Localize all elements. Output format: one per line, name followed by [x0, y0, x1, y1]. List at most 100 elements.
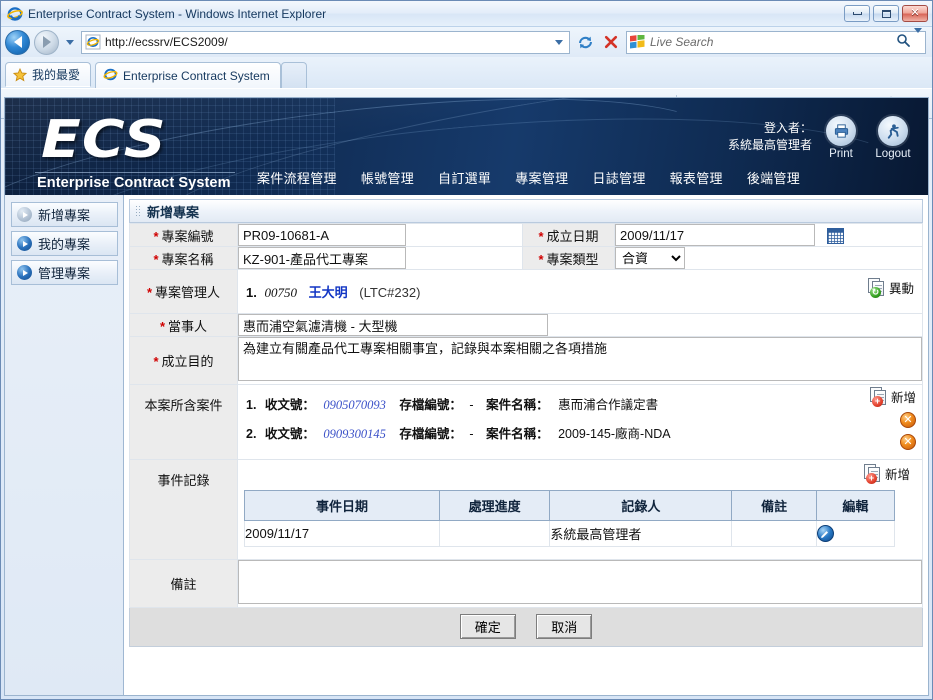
project-name-input[interactable]: [238, 247, 406, 269]
field-purpose: [237, 336, 923, 385]
manager-change-button[interactable]: ↻ 異動: [867, 278, 914, 298]
label-project-no: * 專案編號: [129, 223, 238, 247]
address-input[interactable]: http://ecssrv/ECS2009/: [81, 30, 570, 54]
search-icon[interactable]: [896, 33, 910, 52]
manager-employee-id: 00750: [264, 285, 297, 300]
new-tab-button[interactable]: [280, 62, 307, 88]
maximize-button[interactable]: [873, 5, 899, 22]
search-dropdown-icon[interactable]: [914, 28, 922, 51]
label-party: * 當事人: [129, 313, 238, 337]
page-body: 新增專案 我的專案 管理專案 新增專案 * 專案編號 PR09-10681-A …: [5, 195, 928, 695]
browser-window: Enterprise Contract System - Windows Int…: [0, 0, 933, 700]
required-marker: *: [146, 285, 153, 300]
form-row-remark: 備註: [129, 559, 923, 608]
remark-textarea[interactable]: [238, 560, 922, 604]
add-case-button[interactable]: + 新增: [869, 387, 916, 407]
minimize-button[interactable]: [844, 5, 870, 22]
included-case-row: 2. 收文號： 0909300145 存檔編號： - 案件名稱： 2009-14…: [238, 418, 922, 447]
label-project-name: * 專案名稱: [129, 246, 238, 270]
nav-item-backend[interactable]: 後端管理: [747, 168, 800, 187]
label-text: 當事人: [168, 318, 208, 334]
document-move-icon: ↻: [867, 278, 886, 298]
nav-item-log[interactable]: 日誌管理: [592, 168, 645, 187]
grip-icon: [135, 205, 140, 217]
cell-event-date: 2009/11/17: [244, 520, 440, 547]
ecs-logo: ECS: [41, 110, 167, 170]
nav-item-report[interactable]: 報表管理: [670, 168, 723, 187]
required-marker: *: [153, 354, 159, 369]
form-button-bar: 確定 取消: [129, 608, 923, 647]
recent-pages-dropdown-icon[interactable]: [63, 39, 77, 45]
sidebar-item-my-projects[interactable]: 我的專案: [11, 231, 118, 256]
sidebar-item-new-project[interactable]: 新增專案: [11, 202, 118, 227]
case-name-label: 案件名稱：: [486, 398, 549, 412]
form-row-events: 事件記錄 + 新增 事件日期 處理進度 記錄人 備註 編輯 2009/11/17…: [129, 459, 923, 560]
title-bar: Enterprise Contract System - Windows Int…: [1, 1, 932, 27]
ok-button[interactable]: 確定: [459, 614, 516, 639]
manager-name-link[interactable]: 王大明: [309, 285, 348, 300]
print-icon: [826, 116, 856, 146]
arrow-right-icon: [17, 265, 32, 280]
case-docno-link[interactable]: 0909300145: [323, 427, 386, 441]
setup-date-input[interactable]: [615, 224, 815, 246]
form-row-included-cases: 本案所含案件 1. 收文號： 0905070093 存檔編號： - 案件名稱： …: [129, 384, 923, 460]
search-input[interactable]: Live Search: [626, 28, 926, 54]
label-text: 事件記錄: [157, 473, 210, 488]
col-progress: 處理進度: [438, 490, 551, 521]
sidebar: 新增專案 我的專案 管理專案: [5, 195, 124, 695]
search-placeholder-text: Live Search: [650, 35, 714, 49]
purpose-textarea[interactable]: [238, 337, 922, 381]
form-row-party: * 當事人: [129, 313, 923, 337]
manager-row: 1. 00750 王大明 (LTC#232): [238, 279, 922, 304]
forward-button[interactable]: [34, 29, 59, 55]
refresh-icon[interactable]: [574, 31, 596, 53]
close-button[interactable]: ✕: [902, 5, 928, 22]
label-text: 備註: [170, 577, 197, 592]
field-project-name: [237, 246, 523, 270]
add-event-button[interactable]: + 新增: [863, 464, 910, 484]
project-type-select[interactable]: 合資: [615, 247, 685, 269]
delete-case-button[interactable]: ✕: [900, 412, 916, 428]
back-button[interactable]: [5, 29, 30, 55]
party-input[interactable]: [238, 314, 548, 336]
print-label: Print: [829, 148, 853, 160]
label-setup-date: * 成立日期: [522, 223, 615, 247]
nav-item-account[interactable]: 帳號管理: [361, 168, 414, 187]
banner-actions: Print Logout: [820, 116, 914, 160]
case-docno-label: 收文號：: [264, 427, 315, 441]
tab-enterprise-contract-system[interactable]: Enterprise Contract System: [95, 62, 281, 88]
label-remark: 備註: [129, 559, 238, 608]
col-event-date: 事件日期: [244, 490, 440, 521]
stop-icon[interactable]: [600, 31, 622, 53]
calendar-icon[interactable]: [826, 228, 844, 245]
tab-bar-filler: [307, 57, 932, 88]
nav-item-case-flow[interactable]: 案件流程管理: [257, 168, 337, 187]
main-nav: 案件流程管理 帳號管理 自訂選單 專案管理 日誌管理 報表管理 後端管理: [257, 168, 928, 187]
included-cases-list: 1. 收文號： 0905070093 存檔編號： - 案件名稱： 惠而浦合作議定…: [238, 385, 922, 459]
required-marker: *: [159, 318, 166, 334]
edit-event-icon[interactable]: [816, 525, 834, 542]
field-project-no: [237, 223, 523, 247]
favorites-button[interactable]: 我的最愛: [5, 62, 92, 87]
address-dropdown-icon[interactable]: [551, 39, 567, 45]
nav-item-custom-menu[interactable]: 自訂選單: [438, 168, 491, 187]
print-button[interactable]: Print: [820, 116, 862, 160]
sidebar-item-manage-projects[interactable]: 管理專案: [11, 260, 118, 285]
label-events: 事件記錄: [129, 459, 238, 560]
events-table-row: 2009/11/17 系統最高管理者: [244, 520, 895, 547]
field-manager: 1. 00750 王大明 (LTC#232) ↻ 異動: [237, 269, 923, 314]
new-project-form: *專案編號 *成立日期: [129, 223, 923, 608]
nav-item-project[interactable]: 專案管理: [515, 168, 568, 187]
delete-case-button[interactable]: ✕: [900, 434, 916, 450]
project-no-input[interactable]: [238, 224, 406, 246]
field-setup-date: [614, 223, 923, 247]
logout-button[interactable]: Logout: [872, 116, 914, 160]
label-included-cases: 本案所含案件: [129, 384, 238, 460]
cancel-button[interactable]: 取消: [536, 614, 593, 639]
case-name-value: 惠而浦合作議定書: [558, 398, 659, 412]
events-table-header-row: 事件日期 處理進度 記錄人 備註 編輯: [244, 490, 895, 521]
case-docno-label: 收文號：: [264, 398, 315, 412]
case-docno-link[interactable]: 0905070093: [323, 398, 386, 412]
cell-note: [731, 520, 817, 547]
label-project-type: * 專案類型: [522, 246, 615, 270]
